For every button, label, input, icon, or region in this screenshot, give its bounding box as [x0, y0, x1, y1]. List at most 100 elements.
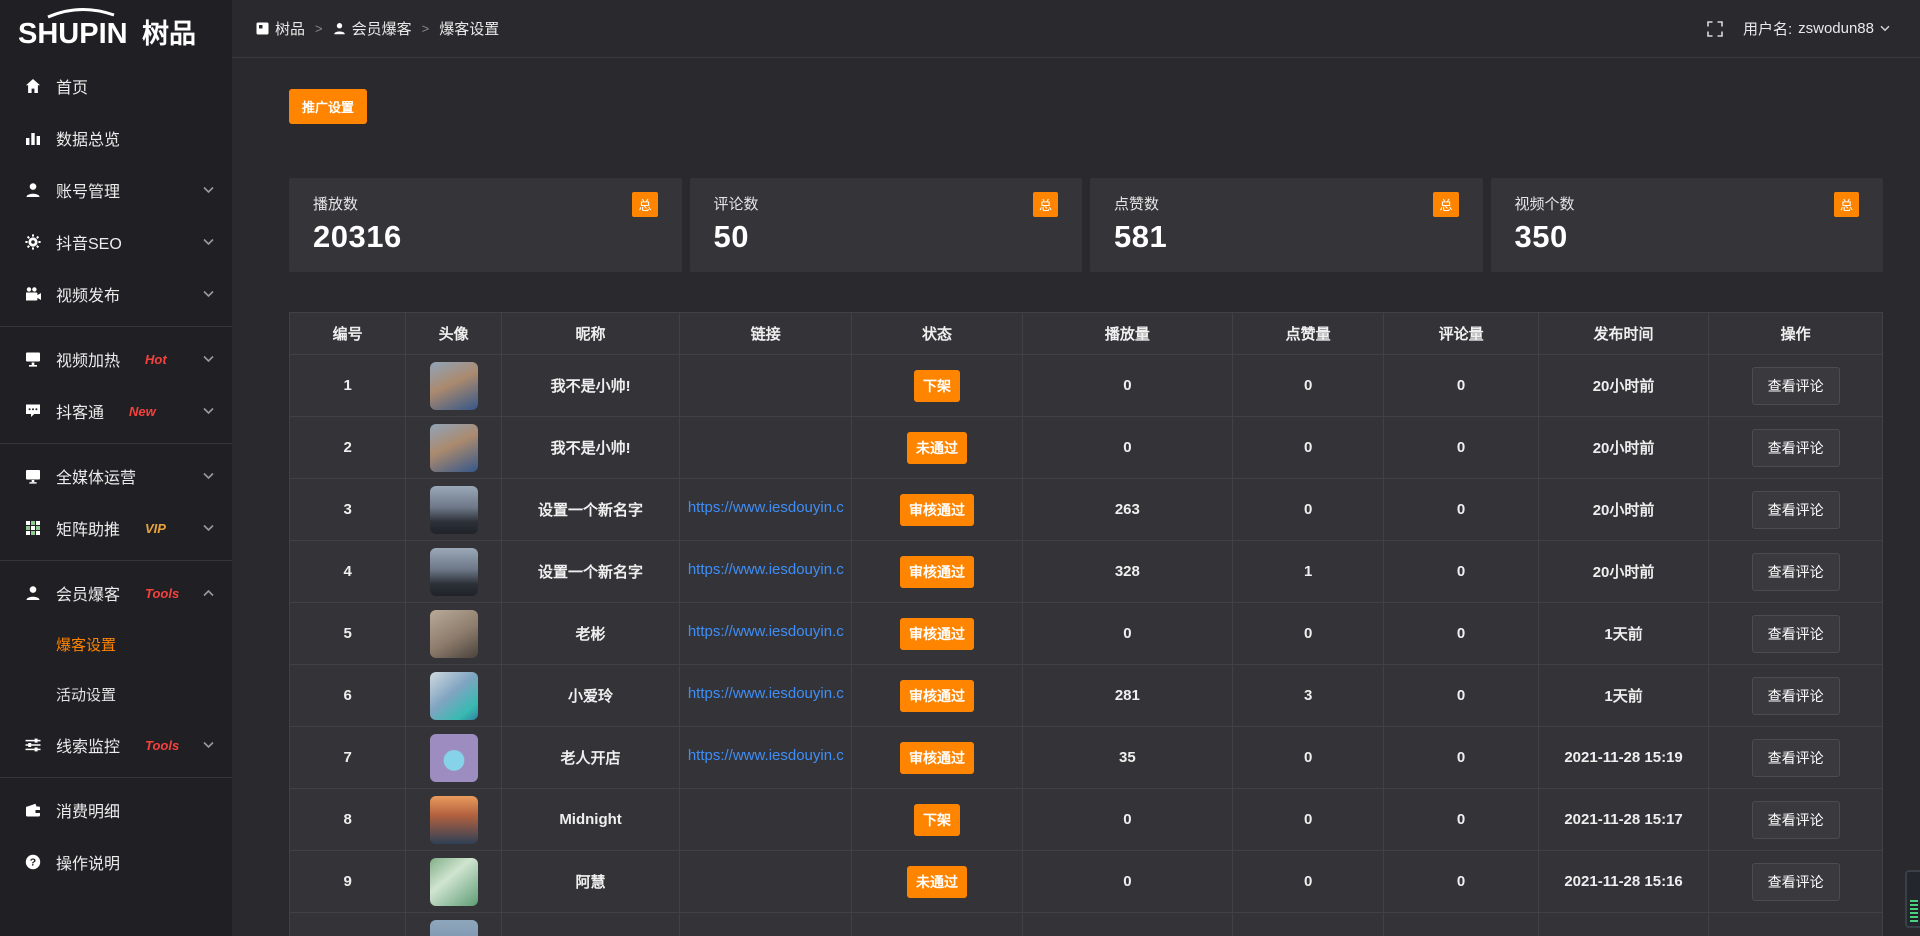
chat-bubble-icon: [24, 403, 41, 419]
col-id: 编号: [290, 313, 406, 355]
breadcrumb-separator: >: [422, 21, 430, 36]
video-link[interactable]: https://www.iesdouyin.c: [688, 685, 844, 702]
view-comments-button[interactable]: 查看评论: [1752, 367, 1840, 405]
col-link: 链接: [680, 313, 852, 355]
stat-label: 评论数: [714, 193, 1059, 214]
col-actions: 操作: [1709, 313, 1883, 355]
sidebar-item-video-heating[interactable]: 视频加热 Hot: [0, 333, 232, 385]
video-link[interactable]: https://www.iesdouyin.c: [688, 623, 844, 640]
sidebar-item-doketong[interactable]: 抖客通 New: [0, 385, 232, 437]
question-circle-icon: ?: [24, 854, 41, 870]
grid-icon: [24, 520, 41, 536]
tools-badge: Tools: [145, 738, 179, 753]
stat-label: 视频个数: [1515, 193, 1860, 214]
stat-card-likes: 点赞数 581 总: [1090, 178, 1483, 272]
avatar: [430, 362, 478, 410]
home-icon: [24, 78, 41, 94]
table-row-partial: [290, 913, 1883, 936]
sidebar-item-video-publish[interactable]: 视频发布: [0, 268, 232, 320]
view-comments-button[interactable]: 查看评论: [1752, 863, 1840, 901]
username-value: zswodun88: [1798, 20, 1874, 37]
table-row: 7 老人开店 https://www.iesdouyin.c 审核通过 35 0…: [290, 727, 1883, 789]
video-link[interactable]: https://www.iesdouyin.c: [688, 561, 844, 578]
video-link[interactable]: https://www.iesdouyin.c: [688, 747, 844, 764]
video-link[interactable]: https://www.iesdouyin.c: [688, 499, 844, 516]
status-badge: 下架: [914, 370, 960, 402]
fullscreen-icon[interactable]: [1707, 21, 1723, 37]
avatar: [430, 920, 478, 936]
sidebar-item-label: 矩阵助推: [56, 516, 120, 540]
sidebar-item-label: 视频加热: [56, 347, 120, 371]
stat-card-comments: 评论数 50 总: [690, 178, 1083, 272]
view-comments-button[interactable]: 查看评论: [1752, 491, 1840, 529]
status-badge: 审核通过: [900, 742, 974, 774]
stat-value: 50: [714, 219, 1059, 255]
status-badge: 下架: [914, 804, 960, 836]
view-comments-button[interactable]: 查看评论: [1752, 429, 1840, 467]
sidebar-item-label: 消费明细: [56, 798, 120, 822]
status-badge: 未通过: [907, 866, 967, 898]
sidebar-item-label: 首页: [56, 74, 88, 98]
total-badge: 总: [1834, 192, 1859, 217]
col-status: 状态: [852, 313, 1022, 355]
col-nickname: 昵称: [501, 313, 679, 355]
breadcrumb-item-member-baoke[interactable]: 会员爆客: [333, 18, 412, 39]
avatar: [430, 610, 478, 658]
status-badge: 未通过: [907, 432, 967, 464]
user-menu[interactable]: 用户名: zswodun88: [1743, 18, 1890, 39]
avatar: [430, 486, 478, 534]
table-row: 1 我不是小帅! 下架 0 0 0 20小时前 查看评论: [290, 355, 1883, 417]
breadcrumb-item-current-page: 爆客设置: [439, 18, 499, 39]
stat-label: 播放数: [313, 193, 658, 214]
chevron-down-icon: [203, 407, 214, 415]
chevron-up-icon: [203, 589, 214, 597]
total-badge: 总: [632, 192, 657, 217]
svg-text:?: ?: [29, 857, 35, 869]
status-badge: 审核通过: [900, 556, 974, 588]
user-icon: [24, 585, 41, 601]
view-comments-button[interactable]: 查看评论: [1752, 553, 1840, 591]
user-icon: [24, 182, 41, 198]
table-row: 3 设置一个新名字 https://www.iesdouyin.c 审核通过 2…: [290, 479, 1883, 541]
sidebar-item-douyin-seo[interactable]: 抖音SEO: [0, 216, 232, 268]
videos-table: 编号 头像 昵称 链接 状态 播放量 点赞量 评论量 发布时间 操作 1 我不是…: [289, 312, 1883, 936]
floating-widget[interactable]: [1905, 870, 1920, 928]
new-badge: New: [129, 404, 156, 419]
sidebar-item-matrix-boost[interactable]: 矩阵助推 VIP: [0, 502, 232, 554]
sidebar-item-all-media-operation[interactable]: 全媒体运营: [0, 450, 232, 502]
promotion-settings-button[interactable]: 推广设置: [289, 89, 367, 124]
breadcrumb: 树品 > 会员爆客 > 爆客设置: [256, 18, 499, 39]
sidebar-subitem-baoke-settings[interactable]: 爆客设置: [0, 619, 232, 669]
wallet-icon: [24, 802, 41, 818]
gear-icon: [24, 234, 41, 250]
status-badge: 审核通过: [900, 618, 974, 650]
sidebar-subitem-activity-settings[interactable]: 活动设置: [0, 669, 232, 719]
table-row: 4 设置一个新名字 https://www.iesdouyin.c 审核通过 3…: [290, 541, 1883, 603]
logo-text-cn: 树品: [142, 19, 196, 49]
sidebar-item-label: 账号管理: [56, 178, 120, 202]
sidebar-item-account-management[interactable]: 账号管理: [0, 164, 232, 216]
brand-logo: SHUPIN 树品: [0, 0, 232, 58]
stat-value: 350: [1515, 219, 1860, 255]
sidebar-item-data-overview[interactable]: 数据总览: [0, 112, 232, 164]
sidebar-item-consumption-details[interactable]: 消费明细: [0, 784, 232, 836]
menu-divider: [0, 560, 232, 561]
table-row: 8 Midnight 下架 0 0 0 2021-11-28 15:17 查看评…: [290, 789, 1883, 851]
breadcrumb-item-home[interactable]: 树品: [256, 18, 305, 39]
stat-value: 20316: [313, 219, 658, 255]
logo-arc-decoration: [48, 9, 114, 17]
sidebar-item-operation-guide[interactable]: ? 操作说明: [0, 836, 232, 888]
sidebar-item-label: 数据总览: [56, 126, 120, 150]
view-comments-button[interactable]: 查看评论: [1752, 615, 1840, 653]
sidebar-item-lead-monitoring[interactable]: 线索监控 Tools: [0, 719, 232, 771]
view-comments-button[interactable]: 查看评论: [1752, 801, 1840, 839]
tools-badge: Tools: [145, 586, 179, 601]
view-comments-button[interactable]: 查看评论: [1752, 739, 1840, 777]
sidebar-item-member-baoke[interactable]: 会员爆客 Tools: [0, 567, 232, 619]
avatar: [430, 796, 478, 844]
chevron-down-icon: [203, 238, 214, 246]
sidebar-item-home[interactable]: 首页: [0, 60, 232, 112]
col-likes: 点赞量: [1233, 313, 1384, 355]
username-label: 用户名:: [1743, 18, 1792, 39]
view-comments-button[interactable]: 查看评论: [1752, 677, 1840, 715]
